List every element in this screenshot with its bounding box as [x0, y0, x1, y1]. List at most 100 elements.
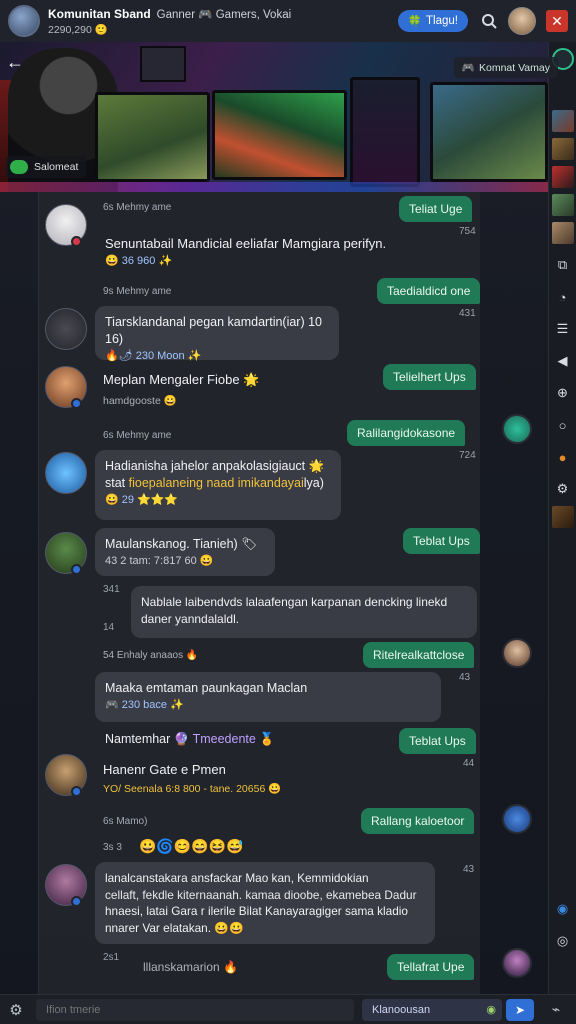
incoming-message[interactable]: Nablale laibendvds lalaafengan karpanan … [131, 586, 477, 638]
gamepad-icon: 🎮 [461, 62, 475, 74]
help-icon[interactable]: ◉ [552, 898, 574, 920]
message-meta: 54 Enhaly anaaos 🔥 [103, 650, 199, 661]
sender-name[interactable]: Meplan Mengaler Fiobe 🌟 [103, 372, 259, 388]
circle-icon[interactable]: ○ [552, 414, 574, 436]
star-icon: 🍀 [407, 16, 423, 28]
hero-tag[interactable]: 🎮 Komnat Vamay [453, 57, 558, 78]
top-bar: Komunitan Sband Ganner 🎮 Gamers, Vokai 2… [0, 0, 576, 42]
outgoing-message[interactable]: Rallang kaloetoor [361, 808, 475, 834]
outgoing-message[interactable]: Telielhert Ups [383, 364, 476, 390]
message-text[interactable]: Senuntabail Mandicial eeliafar Mamgiara … [105, 236, 386, 251]
floating-avatar[interactable] [502, 638, 532, 668]
members-count: 2290,290 🙂 [48, 23, 108, 36]
group-avatar[interactable] [8, 5, 40, 37]
outgoing-message[interactable]: Ralilangidokasone [347, 420, 466, 446]
message-reactions[interactable]: 🎮 230 bace ✨ [105, 697, 431, 714]
neon-strip [0, 182, 548, 192]
message-line-1: lanalcanstakara ansfackar Mao kan, Kemmi… [105, 871, 369, 885]
rail-thumbnail-4[interactable] [551, 194, 574, 216]
message-time: 341 [103, 584, 120, 595]
floating-avatar[interactable] [502, 804, 532, 834]
send-icon[interactable]: ➤ [506, 998, 534, 1021]
message-time: 754 [459, 226, 476, 237]
online-badge [71, 236, 82, 247]
profile-avatar[interactable] [508, 7, 536, 35]
message-text: Maaka emtaman paunkagan Maclan [105, 681, 308, 695]
message-reactions[interactable]: 😀🌀😊😄😆😅 [139, 838, 244, 855]
incoming-message[interactable]: Maaka emtaman paunkagan Maclan 🎮 230 bac… [95, 672, 441, 722]
online-badge [71, 786, 82, 797]
hero-tag-label: Komnat Vamay [478, 61, 550, 74]
outgoing-message[interactable]: Teblat Ups [399, 728, 476, 754]
message-line-4: nnarer Var elatakan. 😀😀 [105, 920, 244, 935]
rail-thumbnail-5[interactable] [551, 222, 574, 244]
sender-name[interactable]: lllanskamarion 🔥 [143, 960, 238, 974]
message-meta: 6s Mehmy ame [103, 202, 172, 213]
mic-icon[interactable]: ⌁ [546, 1000, 566, 1020]
compass-icon[interactable]: ◎ [552, 930, 574, 952]
message-meta: 6s Mamo) [103, 816, 148, 827]
green-dot-icon [10, 160, 28, 174]
incoming-message[interactable]: Tiarsklandanal pegan kamdartin(iar) 10 1… [95, 306, 339, 362]
back-arrow-icon[interactable]: ← [6, 52, 26, 72]
message-reactions[interactable]: 🔥🌶 230 Moon ✨ [105, 348, 329, 365]
message-text: Hadianisha jahelor anpakolasigiauct 🌟 [105, 459, 325, 473]
message-text: Tiarsklandanal pegan kamdartin(iar) 10 1… [105, 315, 323, 346]
outgoing-message[interactable]: Taedialdicd one [377, 278, 481, 304]
settings-icon[interactable]: ⚙ [6, 1000, 26, 1020]
rail-thumbnail-2[interactable] [551, 138, 574, 160]
message-text: Maulanskanog. Tianieh) 🏷 [105, 537, 258, 551]
badge-icon[interactable]: ● [552, 446, 574, 468]
message-time: 44 [463, 758, 475, 769]
join-button-label: Tlagu! [426, 15, 458, 27]
message-meta: 3s 3 [103, 842, 122, 853]
message-time: 724 [459, 450, 476, 461]
message-line-3: hnaesi, latai Gara r ilerile Bilat Kanay… [105, 904, 408, 918]
floating-avatar[interactable] [502, 414, 532, 444]
outgoing-message[interactable]: Teblat Ups [403, 528, 480, 554]
user-avatar[interactable] [45, 308, 87, 350]
outgoing-message[interactable]: Teliat Uge [399, 196, 473, 222]
group-title-block[interactable]: Komunitan Sband Ganner 🎮 Gamers, Vokai 2… [48, 7, 291, 36]
floating-avatar[interactable] [502, 948, 532, 978]
rail-thumbnail-1[interactable] [551, 110, 574, 132]
pc-tower [350, 77, 420, 187]
monitor-right [430, 82, 548, 182]
rail-thumbnail-6[interactable] [551, 506, 574, 528]
rewind-icon[interactable]: ◀ [552, 350, 574, 372]
message-reactions[interactable]: 😀 36 960 ✨ [105, 254, 172, 267]
sender-sub: YO/ Seenala 6:8 800 - tane. 20656 😀 [103, 783, 282, 795]
message-time: 14 [103, 622, 115, 633]
outgoing-message[interactable]: Tellafrat Upe [387, 954, 475, 980]
close-icon[interactable]: ✕ [546, 10, 568, 32]
rail-thumbnail-3[interactable] [551, 166, 574, 188]
message-time: 43 [459, 672, 471, 683]
message-input[interactable] [36, 998, 354, 1021]
join-button[interactable]: 🍀 Tlagu! [397, 10, 468, 32]
message-line-2: cellaft, fekdle kiternaanah. kamaa dioob… [105, 887, 417, 902]
list-icon[interactable]: ☰ [552, 318, 574, 340]
settings-icon[interactable]: ⚙ [552, 478, 574, 500]
hero-label: Salomeat [6, 156, 87, 178]
globe-icon[interactable]: ⊕ [552, 382, 574, 404]
input-bar: ⚙ Klanoousan ◉ ➤ ⌁ [0, 994, 576, 1024]
send-area[interactable]: Klanoousan ◉ [362, 998, 502, 1021]
incoming-message[interactable]: Hadianisha jahelor anpakolasigiauct 🌟 st… [95, 450, 341, 520]
chat-bubble-icon[interactable]: ◔ [552, 286, 574, 308]
right-rail: ⧉ ◔ ☰ ◀ ⊕ ○ ● ⚙ ◉ ◎ [548, 42, 576, 994]
online-badge [71, 564, 82, 575]
outgoing-message[interactable]: Ritelrealkattclose [363, 642, 475, 668]
chat-panel: Teliat Uge 754 6s Mehmy ame Senuntabail … [38, 192, 481, 994]
incoming-message[interactable]: lanalcanstakara ansfackar Mao kan, Kemmi… [95, 862, 435, 944]
user-avatar[interactable] [45, 452, 87, 494]
emoji-icon[interactable]: ◉ [486, 1003, 496, 1016]
copy-icon[interactable]: ⧉ [552, 254, 574, 276]
incoming-message[interactable]: Maulanskanog. Tianieh) 🏷 43 2 tam: 7:817… [95, 528, 275, 576]
wall-poster [140, 46, 186, 82]
sender-name[interactable]: Hanenr Gate e Pmen [103, 762, 226, 777]
message-time: 431 [459, 308, 476, 319]
message-reactions[interactable]: 43 2 tam: 7:817 60 😀 [105, 553, 265, 570]
search-icon[interactable] [478, 10, 500, 32]
sender-name[interactable]: Namtemhar 🔮 Tmeedente 🏅 [105, 732, 275, 747]
message-reactions[interactable]: 😀 29 ⭐⭐⭐ [105, 492, 331, 509]
